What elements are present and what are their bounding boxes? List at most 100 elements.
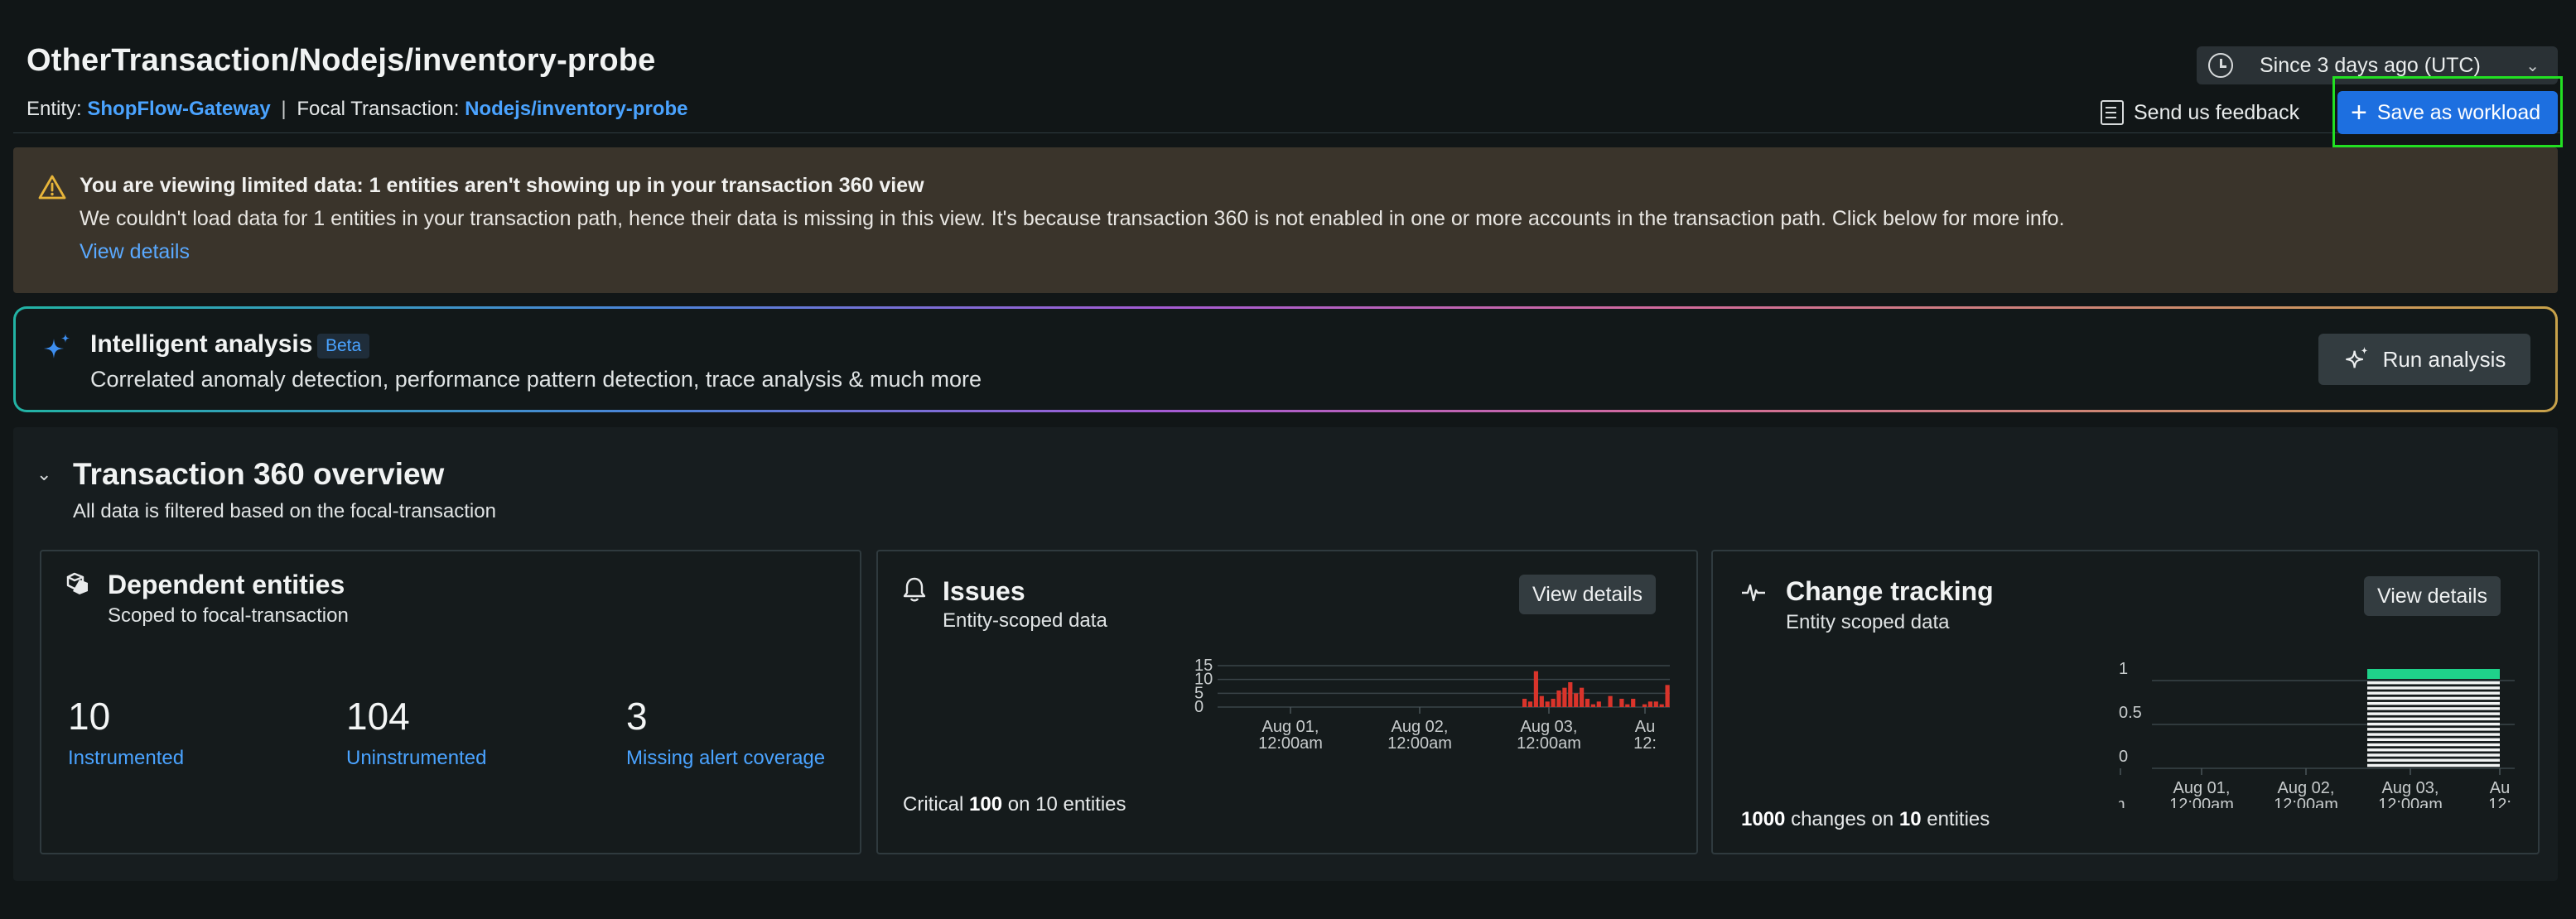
change-x-tick: Aug 01, <box>2173 779 2231 797</box>
change-bar <box>2367 758 2500 762</box>
issues-bar <box>1665 685 1670 707</box>
transaction-360-overview: ⌄ Transaction 360 overview All data is f… <box>13 427 2558 881</box>
change-bar <box>2367 686 2500 690</box>
change-tracking-subtitle: Entity scoped data <box>1786 611 1950 633</box>
issues-bar <box>1625 704 1630 707</box>
issues-y-tick: 0 <box>1194 698 1204 716</box>
issues-subtitle: Entity-scoped data <box>943 609 1107 632</box>
collapse-chevron-icon[interactable]: ⌄ <box>36 464 51 485</box>
issues-bar <box>1653 701 1658 707</box>
issues-footer-prefix: Critical <box>903 793 964 816</box>
change-bar <box>2367 712 2500 715</box>
entities-icon <box>66 572 88 594</box>
issues-bar <box>1608 695 1613 707</box>
dependent-entities-card: Dependent entities Scoped to focal-trans… <box>40 550 861 854</box>
send-feedback-button[interactable]: Send us feedback <box>2101 96 2299 129</box>
feedback-icon <box>2101 100 2124 125</box>
missing-alert-count: 3 <box>626 695 648 738</box>
dependent-entities-title: Dependent entities <box>108 570 345 599</box>
change-x-tick: Au <box>2490 779 2510 797</box>
issues-footer-suffix: entities <box>1063 793 1126 816</box>
uninstrumented-count: 104 <box>346 695 410 738</box>
issues-bar <box>1647 701 1652 707</box>
change-tracking-view-details-button[interactable]: View details <box>2364 576 2501 616</box>
change-tracking-chart: 10.50nAug 01,12:00amAug 02,12:00amAug 03… <box>2119 660 2515 808</box>
change-tracking-footer: 1000 changes on 10 entities <box>1741 808 1990 831</box>
beta-badge: Beta <box>317 334 370 358</box>
warning-view-details-link[interactable]: View details <box>80 240 190 264</box>
issues-bar <box>1642 704 1647 707</box>
change-bar <box>2367 728 2500 731</box>
limited-data-warning: You are viewing limited data: 1 entities… <box>13 147 2558 293</box>
issues-bar <box>1619 699 1624 707</box>
issues-entity-count: 10 <box>1035 793 1058 816</box>
issues-title: Issues <box>943 576 1025 606</box>
issues-x-tick: 12:00am <box>1387 734 1452 753</box>
issues-x-tick: 12:00am <box>1258 734 1323 753</box>
highlight-box <box>2332 76 2563 147</box>
uninstrumented-link[interactable]: Uninstrumented <box>346 747 486 770</box>
issues-x-tick: Aug 03, <box>1521 718 1578 736</box>
run-analysis-button[interactable]: Run analysis <box>2318 334 2530 385</box>
issues-footer: Critical 100 on 10 entities <box>903 793 1126 816</box>
clock-icon <box>2208 53 2233 78</box>
change-bar <box>2367 748 2500 752</box>
time-range-label: Since 3 days ago (UTC) <box>2260 53 2481 77</box>
run-analysis-label: Run analysis <box>2382 346 2506 372</box>
issues-x-tick: 12:00am <box>1517 734 1581 753</box>
change-bar <box>2367 722 2500 726</box>
overview-title: Transaction 360 overview <box>73 457 445 491</box>
change-bar <box>2367 753 2500 757</box>
header-divider <box>13 132 2563 133</box>
change-y-tick: 0.5 <box>2119 704 2142 722</box>
change-entity-count: 10 <box>1898 808 1922 830</box>
issues-view-details-button[interactable]: View details <box>1519 575 1656 614</box>
entity-line: Entity: ShopFlow-Gateway | Focal Transac… <box>27 98 687 121</box>
intelligent-analysis-panel: Intelligent analysis Beta Correlated ano… <box>13 306 2558 412</box>
change-x-tick: 12:00am <box>2274 796 2338 808</box>
change-x-tick: Aug 02, <box>2278 779 2335 797</box>
change-x-tick: 12:00am <box>2378 796 2443 808</box>
issues-bar <box>1596 701 1601 707</box>
change-count: 1000 <box>1741 808 1786 830</box>
warning-title: You are viewing limited data: 1 entities… <box>80 174 924 197</box>
issues-bar <box>1631 699 1636 707</box>
issues-chart: 151050Aug 01,12:00amAug 02,12:00amAug 03… <box>1194 657 1670 753</box>
issues-bar <box>1659 704 1664 707</box>
issues-x-tick: 12: <box>1633 734 1657 753</box>
sparkle-icon <box>44 334 70 358</box>
page-title: OtherTransaction/Nodejs/inventory-probe <box>27 43 656 78</box>
change-bar <box>2367 696 2500 700</box>
issues-bar <box>1527 701 1533 707</box>
issues-bar <box>1539 695 1544 707</box>
bell-icon <box>903 577 926 602</box>
issues-bar <box>1568 682 1573 707</box>
issues-x-tick: Aug 01, <box>1262 718 1319 736</box>
issues-bar <box>1545 701 1550 707</box>
warning-body: We couldn't load data for 1 entities in … <box>80 207 2065 230</box>
issues-card: Issues Entity-scoped data View details 1… <box>876 550 1698 854</box>
issues-bar <box>1580 687 1585 707</box>
issues-bar <box>1522 699 1527 707</box>
overview-subtitle: All data is filtered based on the focal-… <box>73 500 496 522</box>
issues-bar <box>1562 687 1567 707</box>
entity-link[interactable]: ShopFlow-Gateway <box>87 98 270 120</box>
change-bar <box>2367 717 2500 721</box>
ia-subtitle: Correlated anomaly detection, performanc… <box>90 367 982 392</box>
pulse-icon <box>1742 584 1765 602</box>
issues-bar <box>1574 693 1579 707</box>
missing-alert-coverage-link[interactable]: Missing alert coverage <box>626 747 825 770</box>
separator: | <box>281 98 287 120</box>
change-bar <box>2367 763 2500 767</box>
instrumented-link[interactable]: Instrumented <box>68 747 184 770</box>
change-tracking-card: Change tracking Entity scoped data View … <box>1711 550 2540 854</box>
change-bar <box>2367 681 2500 685</box>
chevron-down-icon: ⌄ <box>2525 56 2540 75</box>
entity-label: Entity: <box>27 98 82 120</box>
change-series-band <box>2367 669 2500 679</box>
feedback-label: Send us feedback <box>2134 100 2300 124</box>
change-bar <box>2367 691 2500 695</box>
focal-transaction-link[interactable]: Nodejs/inventory-probe <box>465 98 687 120</box>
issues-bar <box>1551 699 1556 707</box>
dependent-entities-subtitle: Scoped to focal-transaction <box>108 604 349 627</box>
